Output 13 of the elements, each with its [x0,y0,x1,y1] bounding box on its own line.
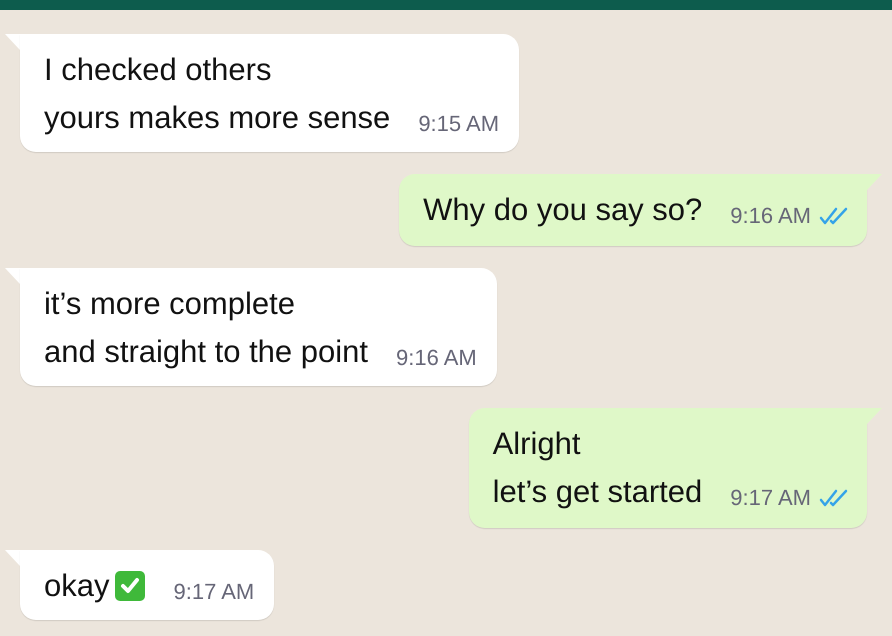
message-text: Alright [492,425,580,463]
timestamp: 9:17 AM [173,578,254,606]
message-text: it’s more complete [44,285,295,323]
message-text: I checked others [44,51,272,89]
timestamp: 9:16 AM [396,344,477,372]
message-text: okay [44,567,110,605]
message-text: and straight to the point [44,333,368,371]
timestamp: 9:17 AM [730,484,811,512]
message-text: let’s get started [492,473,702,511]
timestamp: 9:15 AM [418,110,500,138]
message-text: Why do you say so? [423,191,702,229]
message-text: yours makes more sense [44,99,390,137]
timestamp: 9:16 AM [730,202,811,230]
